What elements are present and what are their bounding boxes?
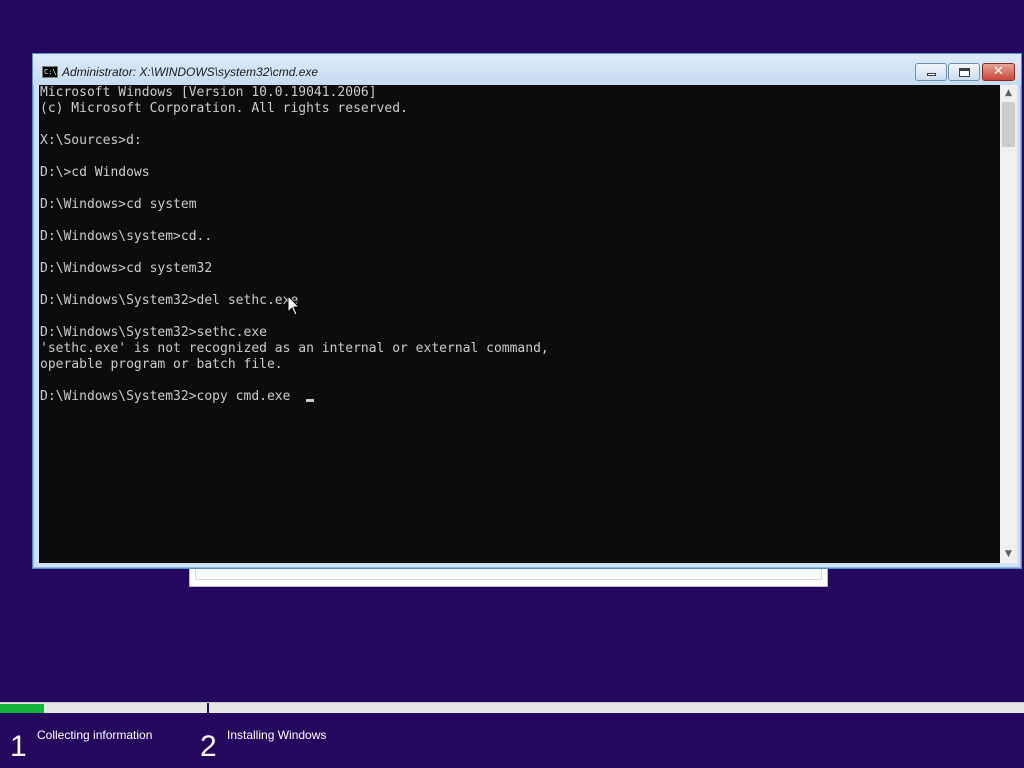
console-line: operable program or batch file. (40, 357, 283, 372)
step-number: 2 (200, 730, 217, 763)
text-cursor (306, 399, 315, 402)
console-line: D:\Windows\System32>del sethc.exe (40, 293, 299, 308)
window-title: Administrator: X:\WINDOWS\system32\cmd.e… (62, 65, 319, 79)
minimize-icon (927, 73, 936, 76)
minimize-button[interactable] (915, 63, 947, 81)
console-line: (c) Microsoft Corporation. All rights re… (40, 101, 408, 116)
console-line: D:\Windows>cd system32 (40, 261, 213, 276)
close-icon: ✕ (993, 64, 1004, 79)
step-number: 1 (10, 730, 27, 763)
console-line: Microsoft Windows [Version 10.0.19041.20… (40, 85, 377, 100)
cmd-icon[interactable]: C:\ (42, 66, 58, 78)
progress-step-divider (207, 703, 209, 714)
title-bar[interactable]: C:\ Administrator: X:\WINDOWS\system32\c… (33, 54, 1021, 85)
scroll-up-icon[interactable]: ▲ (1000, 85, 1017, 102)
console-line: D:\Windows\system>cd.. (40, 229, 213, 244)
cmd-window: C:\ Administrator: X:\WINDOWS\system32\c… (32, 53, 1022, 569)
step-label: Installing Windows (227, 728, 327, 742)
console-line: 'sethc.exe' is not recognized as an inte… (40, 341, 549, 356)
close-button[interactable]: ✕ (982, 63, 1015, 81)
console-line: D:\Windows>cd system (40, 197, 197, 212)
vertical-scrollbar[interactable]: ▲ ▼ (1000, 85, 1017, 563)
console-line: D:\Windows\System32>copy cmd.exe (39, 389, 1000, 405)
console-line: D:\Windows\System32>sethc.exe (40, 325, 267, 340)
setup-progress-bar (0, 702, 1024, 714)
setup-progress-fill (0, 704, 44, 713)
maximize-icon (959, 68, 970, 77)
scroll-thumb[interactable] (1002, 102, 1015, 147)
step-label: Collecting information (37, 728, 153, 742)
console-line: X:\Sources>d: (40, 133, 142, 148)
mouse-pointer-icon (287, 295, 301, 316)
scroll-down-icon[interactable]: ▼ (1000, 546, 1017, 563)
console-line: D:\>cd Windows (40, 165, 150, 180)
maximize-button[interactable] (948, 63, 980, 81)
console-output[interactable]: Microsoft Windows [Version 10.0.19041.20… (39, 85, 1000, 563)
